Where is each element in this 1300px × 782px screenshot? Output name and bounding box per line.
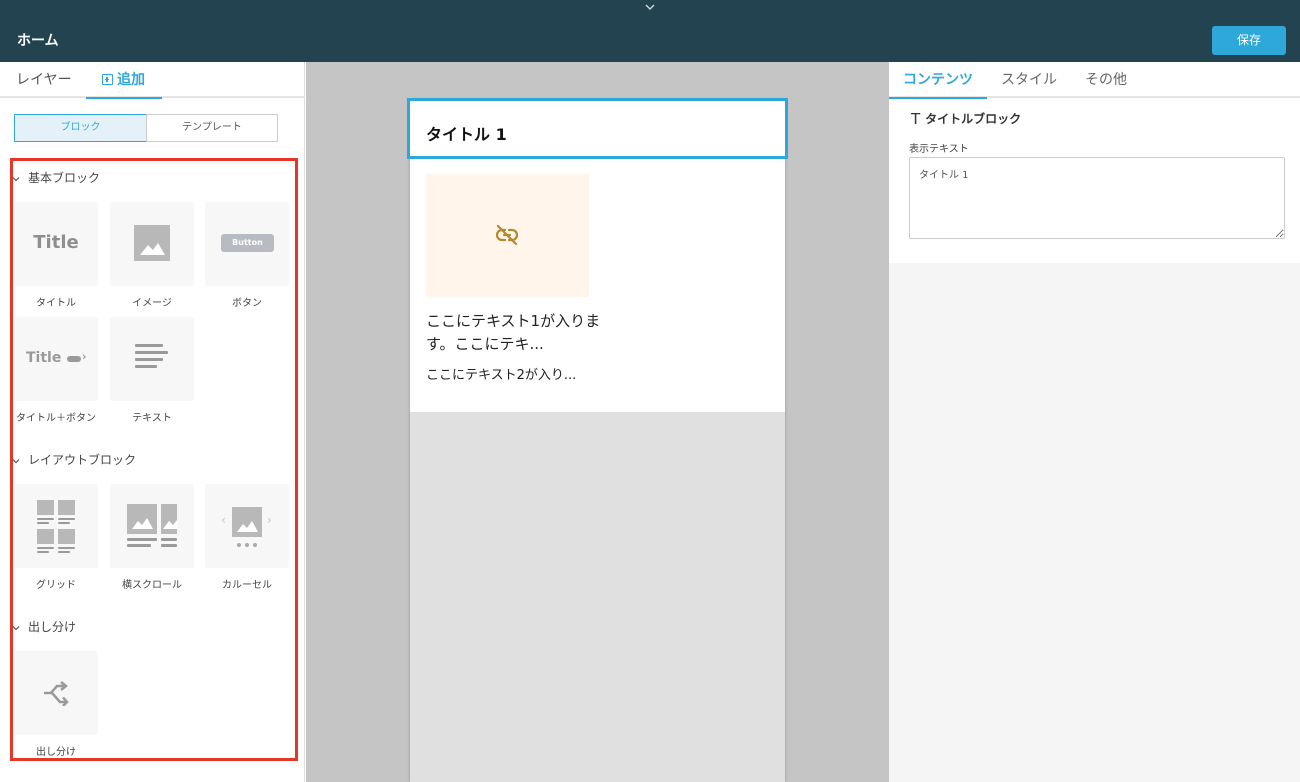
title-block-text: タイトル 1	[426, 125, 507, 144]
card-text-1[interactable]: ここにテキスト1が入ります。ここにテキ...	[426, 310, 626, 356]
text-t-icon: T	[911, 110, 921, 128]
section-title: 出し分け	[28, 620, 77, 634]
block-image-label: イメージ	[132, 298, 172, 309]
block-title[interactable]: Title	[14, 202, 98, 286]
left-tabs: レイヤー 追加	[0, 62, 305, 99]
block-branch[interactable]	[14, 651, 98, 735]
section-branching[interactable]: 出し分け	[12, 618, 77, 635]
title-button-icon-text: Title	[26, 350, 62, 366]
properties-panel: コンテンツ スタイル その他 T タイトルブロック 表示テキスト タイトル 1	[889, 62, 1300, 263]
block-horizontal-scroll[interactable]	[110, 484, 194, 568]
title-icon: Title	[33, 232, 79, 253]
left-panel: レイヤー 追加 ブロック テンプレート 基本ブロック Title タイトル イメ…	[0, 62, 305, 782]
card-image-placeholder[interactable]	[426, 174, 589, 297]
display-text-label: 表示テキスト	[909, 144, 969, 155]
chevron-down-icon	[12, 457, 26, 467]
block-button-label: ボタン	[232, 298, 262, 309]
tab-layers[interactable]: レイヤー	[16, 62, 72, 98]
chevron-right-icon: ›	[82, 350, 87, 363]
segment-blocks[interactable]: ブロック	[14, 114, 147, 142]
right-panel: コンテンツ スタイル その他 T タイトルブロック 表示テキスト タイトル 1	[889, 62, 1300, 782]
block-grid-label: グリッド	[36, 580, 76, 591]
tab-style[interactable]: スタイル	[1001, 62, 1057, 98]
block-title-button[interactable]: Title ›	[14, 317, 98, 401]
chevron-down-icon[interactable]	[642, 1, 658, 15]
app-header: ホーム 保存	[0, 0, 1300, 62]
broken-link-icon	[494, 222, 520, 252]
block-grid[interactable]	[14, 484, 98, 568]
block-heading: T タイトルブロック	[911, 110, 1021, 128]
block-carousel[interactable]: ‹ ›	[205, 484, 289, 568]
preview-canvas: ここにテキスト1が入ります。ここにテキ... ここにテキスト2が入り... タイ…	[306, 62, 889, 782]
section-title: 基本ブロック	[28, 171, 101, 185]
save-button[interactable]: 保存	[1212, 26, 1286, 55]
section-basic-blocks[interactable]: 基本ブロック	[12, 169, 101, 186]
display-text-field[interactable]: タイトル 1	[909, 157, 1285, 239]
tab-contents[interactable]: コンテンツ	[889, 62, 987, 99]
segment-templates[interactable]: テンプレート	[146, 114, 278, 142]
button-icon: Button	[221, 234, 274, 252]
block-horizontal-scroll-label: 横スクロール	[122, 580, 182, 591]
block-heading-text: タイトルブロック	[925, 112, 1022, 126]
chevron-down-icon	[12, 175, 26, 185]
chevron-down-icon	[12, 624, 26, 634]
page-title: ホーム	[17, 33, 59, 49]
image-icon	[134, 225, 170, 261]
card-text-2[interactable]: ここにテキスト2が入り...	[426, 364, 626, 383]
section-layout-blocks[interactable]: レイアウトブロック	[12, 451, 137, 468]
title-block-selected[interactable]: タイトル 1	[407, 98, 788, 159]
phone-preview: ここにテキスト1が入ります。ここにテキ... ここにテキスト2が入り... タイ…	[407, 98, 788, 782]
tab-add-label: 追加	[117, 72, 145, 88]
shuffle-icon	[42, 680, 70, 710]
tab-add[interactable]: 追加	[86, 62, 162, 99]
block-text-label: テキスト	[132, 413, 172, 424]
block-text[interactable]	[110, 317, 194, 401]
tab-other[interactable]: その他	[1085, 62, 1127, 98]
right-tabs: コンテンツ スタイル その他	[889, 62, 1300, 99]
block-button[interactable]: Button	[205, 202, 289, 286]
block-carousel-label: カルーセル	[222, 580, 272, 591]
plus-square-icon	[102, 74, 113, 85]
section-title: レイアウトブロック	[28, 453, 137, 467]
block-image[interactable]	[110, 202, 194, 286]
block-title-label: タイトル	[36, 298, 76, 309]
block-title-button-label: タイトル＋ボタン	[16, 413, 96, 424]
block-branch-label: 出し分け	[36, 747, 76, 758]
pill-shape	[67, 356, 81, 362]
